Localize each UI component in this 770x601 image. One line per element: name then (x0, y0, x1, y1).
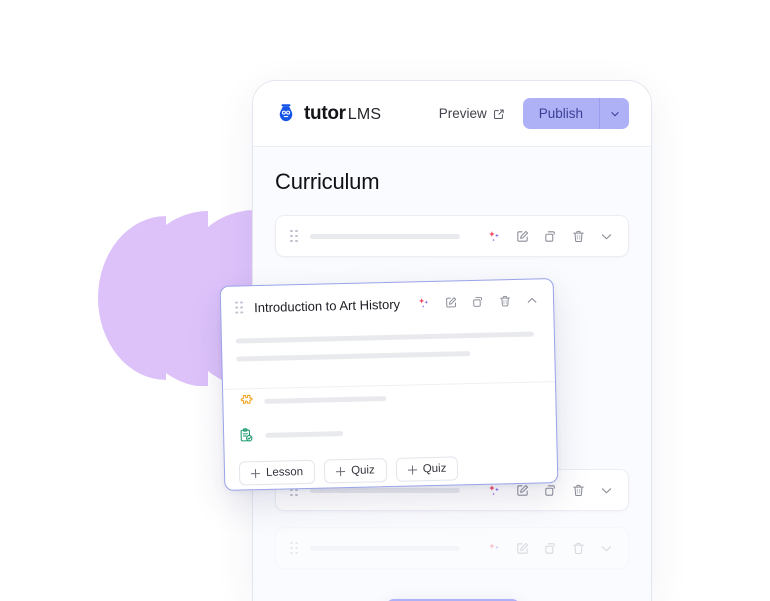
add-quiz-button[interactable]: Quiz (323, 458, 388, 484)
clipboard-check-icon (238, 427, 254, 443)
publish-label: Publish (538, 106, 583, 121)
preview-button[interactable]: Preview (439, 106, 505, 121)
row-actions (487, 483, 614, 498)
plus-icon (336, 467, 345, 476)
list-item[interactable] (238, 420, 542, 443)
edit-pencil-icon[interactable] (515, 483, 530, 498)
external-link-icon (493, 108, 505, 120)
trash-icon[interactable] (498, 294, 512, 308)
item-placeholder-bar (264, 395, 387, 404)
trash-icon[interactable] (571, 483, 586, 498)
page-title: Curriculum (275, 169, 380, 194)
preview-label: Preview (438, 106, 487, 121)
topic-card-floating[interactable]: Introduction to Art History Lesson Quiz … (219, 278, 559, 491)
trash-icon[interactable] (571, 229, 586, 244)
brand-name: tutor LMS (304, 103, 381, 125)
row-actions (487, 541, 614, 556)
topic-card-description (222, 321, 555, 389)
table-row[interactable] (275, 527, 629, 569)
topic-card-content-list (223, 382, 556, 444)
chevron-down-icon[interactable] (599, 483, 614, 498)
topbar-actions: Preview Publish (439, 98, 629, 129)
add-lesson-label: Lesson (265, 466, 304, 479)
publish-button[interactable]: Publish (523, 98, 599, 129)
row-placeholder-bar (310, 233, 460, 239)
screenshot-root: tutor LMS Preview Publish Curriculum Int… (0, 0, 770, 601)
edit-pencil-icon[interactable] (515, 541, 530, 556)
add-quiz-button-secondary[interactable]: Quiz (395, 456, 459, 482)
item-placeholder-bar (265, 430, 344, 438)
topic-card-title: Introduction to Art History (253, 296, 401, 315)
row-actions (487, 229, 614, 244)
edit-pencil-icon[interactable] (515, 229, 530, 244)
add-quiz-label-secondary: Quiz (422, 462, 447, 476)
topic-card-actions (417, 293, 539, 310)
publish-button-group: Publish (522, 98, 629, 129)
ai-sparkles-icon[interactable] (487, 483, 502, 498)
crescent-shape-1 (98, 216, 166, 380)
brand-logo[interactable]: tutor LMS (275, 103, 381, 125)
ai-sparkles-icon[interactable] (417, 296, 431, 310)
duplicate-icon[interactable] (471, 295, 485, 309)
edit-pencil-icon[interactable] (444, 295, 458, 309)
drag-handle-icon[interactable] (290, 229, 298, 243)
duplicate-icon[interactable] (543, 541, 558, 556)
crescent-shape-2 (130, 211, 208, 386)
ai-sparkles-icon[interactable] (487, 229, 502, 244)
list-item[interactable] (237, 386, 541, 409)
plus-icon (251, 469, 260, 478)
chevron-down-icon[interactable] (599, 229, 614, 244)
chevron-down-icon (609, 108, 621, 120)
duplicate-icon[interactable] (543, 483, 558, 498)
table-row[interactable] (275, 215, 629, 257)
ai-sparkles-icon[interactable] (487, 541, 502, 556)
duplicate-icon[interactable] (543, 229, 558, 244)
chevron-up-icon[interactable] (525, 293, 539, 307)
app-topbar: tutor LMS Preview Publish (253, 81, 651, 147)
row-placeholder-bar (310, 545, 460, 551)
drag-handle-icon[interactable] (290, 541, 298, 555)
trash-icon[interactable] (571, 541, 586, 556)
drag-handle-icon[interactable] (234, 300, 243, 314)
brand-suffix: LMS (347, 105, 382, 123)
publish-dropdown-toggle[interactable] (599, 98, 629, 129)
puzzle-piece-icon (237, 393, 253, 409)
add-quiz-label: Quiz (350, 464, 375, 477)
tutor-owl-icon (275, 103, 297, 125)
plus-icon (408, 465, 417, 474)
brand-primary: tutor (304, 102, 346, 124)
description-placeholder-line (235, 331, 534, 344)
add-lesson-button[interactable]: Lesson (238, 459, 316, 486)
description-placeholder-line (236, 351, 471, 362)
chevron-down-icon[interactable] (599, 541, 614, 556)
